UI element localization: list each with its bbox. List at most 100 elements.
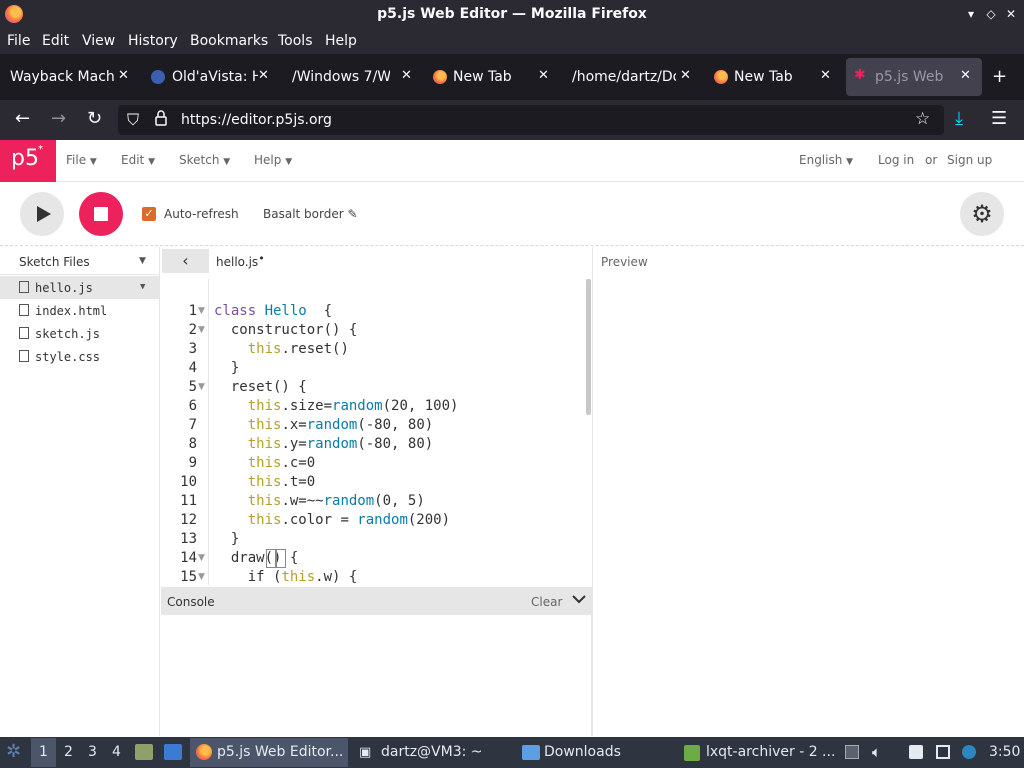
tab-wayback[interactable]: Wayback Machi ✕ — [0, 58, 136, 96]
menu-view[interactable]: View — [82, 33, 115, 49]
menu-edit[interactable]: Edit — [42, 33, 69, 49]
file-item-sketch-js[interactable]: sketch.js — [0, 322, 160, 345]
updates-icon[interactable] — [962, 745, 976, 759]
volume-icon[interactable]: 🔈︎ — [872, 743, 881, 761]
fold-toggle-icon[interactable]: ▼ — [198, 549, 205, 568]
new-tab-button[interactable]: + — [992, 66, 1007, 87]
console-collapse-icon[interactable] — [571, 592, 587, 610]
p5-menu-file[interactable]: File ▼ — [66, 153, 97, 167]
tab-close-icon[interactable]: ✕ — [258, 68, 269, 83]
bookmark-star-icon[interactable]: ☆ — [915, 109, 930, 129]
stop-button[interactable] — [79, 192, 123, 236]
p5-logo[interactable]: p5 * — [0, 140, 56, 182]
menu-history[interactable]: History — [128, 33, 178, 49]
menu-help[interactable]: Help — [325, 33, 357, 49]
tray-app-icon[interactable] — [845, 745, 859, 759]
start-menu-icon[interactable]: ✲ — [6, 741, 21, 762]
sidebar-options-icon[interactable]: ▼ — [139, 256, 146, 266]
settings-button[interactable]: ⚙ — [960, 192, 1004, 236]
taskbar-window-terminal[interactable]: ▣ dartz@VM3: ~ — [354, 738, 514, 767]
file-item-hello-js[interactable]: hello.js ▼ — [0, 276, 160, 299]
tab-close-icon[interactable]: ✕ — [401, 68, 412, 83]
tab-newtab-1[interactable]: New Tab ✕ — [424, 58, 560, 96]
editor-file-tab[interactable]: hello.js• — [216, 252, 265, 269]
console-title: Console — [167, 595, 215, 609]
workspace-1[interactable]: 1 — [39, 744, 48, 760]
console-clear-button[interactable]: Clear — [531, 595, 562, 609]
menu-tools[interactable]: Tools — [278, 33, 313, 49]
fold-toggle-icon[interactable]: ▼ — [198, 321, 205, 340]
tab-newtab-2[interactable]: New Tab ✕ — [706, 58, 842, 96]
login-link[interactable]: Log in — [878, 153, 914, 167]
language-select[interactable]: English ▼ — [799, 153, 853, 167]
show-desktop-icon[interactable] — [164, 744, 182, 760]
play-button[interactable] — [20, 192, 64, 236]
code-line[interactable]: this.reset() — [214, 340, 349, 359]
preview-divider[interactable] — [592, 247, 593, 736]
tab-close-icon[interactable]: ✕ — [118, 68, 129, 83]
code-line[interactable]: this.y=random(-80, 80) — [214, 435, 433, 454]
forward-arrow-icon[interactable]: → — [51, 109, 66, 129]
code-line[interactable]: this.size=random(20, 100) — [214, 397, 459, 416]
clipboard-icon[interactable] — [909, 745, 923, 759]
tab-close-icon[interactable]: ✕ — [680, 68, 691, 83]
maximize-button[interactable]: ◇ — [983, 5, 999, 23]
taskbar-window-downloads[interactable]: Downloads — [518, 738, 678, 767]
code-line[interactable]: this.t=0 — [214, 473, 315, 492]
menu-file[interactable]: File — [7, 33, 30, 49]
code-token: .reset() — [281, 341, 349, 357]
url-bar[interactable]: ⛉ https://editor.p5js.org ☆ — [118, 105, 944, 135]
network-icon[interactable] — [936, 745, 950, 759]
url-text[interactable]: https://editor.p5js.org — [181, 112, 332, 128]
code-line[interactable]: } — [214, 359, 239, 378]
minimize-button[interactable]: ▾ — [963, 5, 979, 23]
code-line[interactable]: } — [214, 530, 239, 549]
tab-close-icon[interactable]: ✕ — [538, 68, 549, 83]
p5-menu-sketch[interactable]: Sketch ▼ — [179, 153, 230, 167]
workspace-4[interactable]: 4 — [112, 744, 121, 760]
code-line[interactable]: constructor() { — [214, 321, 357, 340]
code-line[interactable]: reset() { — [214, 378, 307, 397]
back-arrow-icon[interactable]: ← — [15, 109, 30, 129]
taskbar-window-firefox[interactable]: p5.js Web Editor... — [190, 738, 348, 767]
downloads-icon[interactable]: ⤓ — [955, 109, 963, 129]
code-line[interactable]: this.w=~~random(0, 5) — [214, 492, 425, 511]
signup-link[interactable]: Sign up — [947, 153, 992, 167]
reload-icon[interactable]: ↻ — [87, 109, 102, 129]
p5-menu-edit[interactable]: Edit ▼ — [121, 153, 155, 167]
code-line[interactable]: if (this.w) { — [214, 568, 358, 585]
fold-toggle-icon[interactable]: ▼ — [198, 302, 205, 321]
editor-scrollbar[interactable] — [586, 279, 591, 415]
tab-oldavista[interactable]: Old'aVista: H ✕ — [140, 58, 278, 96]
fold-toggle-icon[interactable]: ▼ — [198, 568, 205, 585]
menu-bookmarks[interactable]: Bookmarks — [190, 33, 268, 49]
code-line[interactable]: this.x=random(-80, 80) — [214, 416, 433, 435]
file-item-style-css[interactable]: style.css — [0, 345, 160, 368]
file-manager-icon[interactable] — [135, 744, 153, 760]
code-editor[interactable]: 1 ▼ 2 ▼ 3 4 5 ▼ 6 7 8 9 10 11 12 13 14 ▼ 15 ▼ class Hello {… — [161, 279, 592, 585]
tab-home-dartz[interactable]: /home/dartz/Do ✕ — [564, 58, 702, 96]
code-line[interactable]: this.c=0 — [214, 454, 315, 473]
tab-windows7[interactable]: /Windows 7/Wir ✕ — [282, 58, 420, 96]
code-line[interactable]: this.color = random(200) — [214, 511, 450, 530]
chevron-down-icon: ▼ — [148, 157, 155, 167]
sketch-name[interactable]: Basalt border ✎ — [263, 207, 358, 221]
taskbar-window-archiver[interactable]: lxqt-archiver - 2 ... — [682, 738, 838, 767]
fold-toggle-icon[interactable]: ▼ — [198, 378, 205, 397]
tab-p5js-active[interactable]: ✱ p5.js Web Ed ✕ — [846, 58, 982, 96]
file-options-icon[interactable]: ▼ — [140, 282, 145, 292]
p5-menu-help[interactable]: Help ▼ — [254, 153, 292, 167]
workspace-3[interactable]: 3 — [88, 744, 97, 760]
collapse-sidebar-button[interactable]: ‹ — [162, 249, 209, 273]
tab-close-icon[interactable]: ✕ — [960, 68, 971, 83]
hamburger-menu-icon[interactable]: ☰ — [991, 109, 1007, 129]
tracking-shield-icon[interactable]: ⛉ — [127, 110, 139, 130]
close-window-button[interactable]: ✕ — [1003, 5, 1019, 23]
auto-refresh-checkbox[interactable]: ✓ — [142, 207, 156, 221]
file-item-index-html[interactable]: index.html — [0, 299, 160, 322]
workspace-2[interactable]: 2 — [64, 744, 73, 760]
code-line[interactable]: class Hello { — [214, 302, 332, 321]
lock-icon[interactable] — [155, 109, 167, 127]
tab-close-icon[interactable]: ✕ — [820, 68, 831, 83]
